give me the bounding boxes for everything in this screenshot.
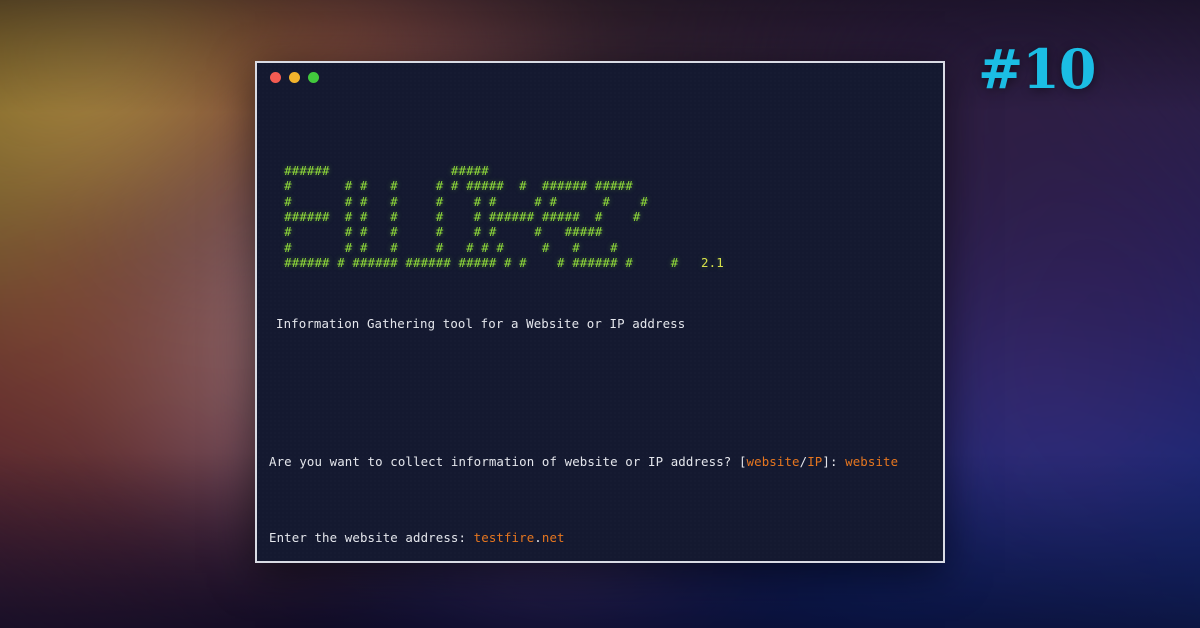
ascii-logo-row: # # # # # # # # #####	[269, 224, 603, 240]
maximize-button[interactable]	[308, 71, 319, 83]
episode-number-badge: #10	[978, 37, 1096, 101]
ascii-logo-row: ###### # # # # # ###### ##### # #	[269, 209, 641, 225]
billcipher-ascii-logo: ###### ##### # # # # # # ##### # ###### …	[269, 163, 943, 270]
terminal-titlebar	[257, 63, 943, 91]
bracket-close: ]:	[822, 453, 846, 469]
option-ip: IP	[807, 453, 823, 469]
address-value-tld: net	[541, 530, 565, 546]
close-button[interactable]	[270, 71, 281, 83]
ascii-logo-row: ###### #####	[269, 163, 489, 179]
address-value-name: testfire	[473, 530, 535, 546]
bracket-open: [	[738, 453, 747, 469]
ascii-logo-row: # # # # # # ##### # ###### #####	[269, 178, 633, 194]
version-label: 2.1	[678, 254, 724, 270]
prompt-target-line: Are you want to collect information of w…	[269, 454, 943, 469]
option-website: website	[746, 453, 800, 469]
prompt-target-question: Are you want to collect information of w…	[269, 453, 739, 469]
ascii-logo-row: # # # # # # # # # # #	[269, 193, 648, 209]
ascii-logo-row: ###### # ###### ###### ##### # # # #####…	[269, 254, 679, 270]
terminal-window: ###### ##### # # # # # # ##### # ###### …	[255, 61, 945, 563]
prompt-address-line: Enter the website address: testfire.net	[269, 530, 943, 545]
prompt-target-answer: website	[845, 453, 899, 469]
address-value-dot: .	[534, 530, 542, 546]
tagline: Information Gathering tool for a Website…	[276, 316, 686, 332]
terminal-screen[interactable]: ###### ##### # # # # # # ##### # ###### …	[257, 91, 943, 561]
prompt-address-label: Enter the website address:	[269, 530, 474, 546]
ascii-logo-row: # # # # # # # # # # #	[269, 239, 618, 255]
minimize-button[interactable]	[289, 71, 300, 83]
